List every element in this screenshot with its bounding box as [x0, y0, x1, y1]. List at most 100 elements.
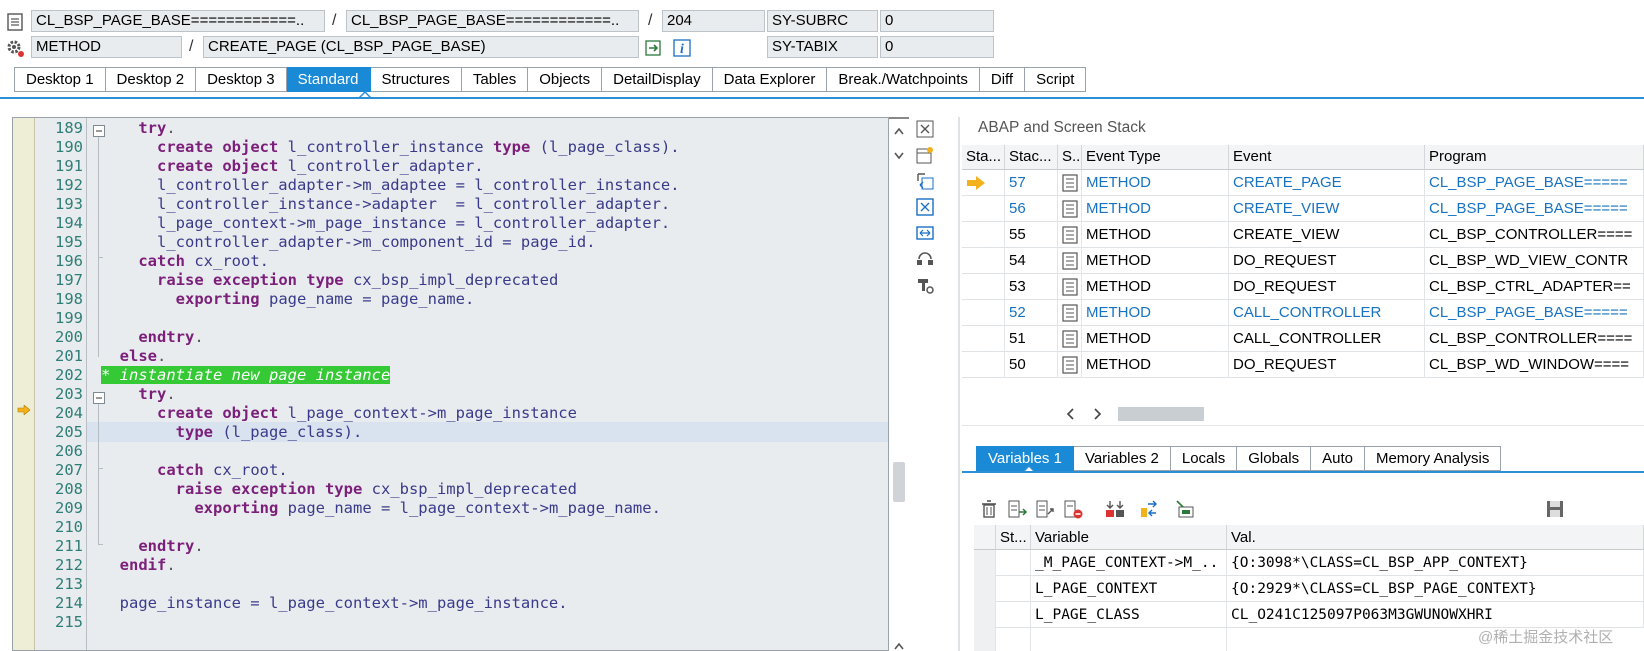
variable-name-cell[interactable]: L_PAGE_CONTEXT — [1031, 576, 1227, 602]
code-line[interactable]: l_controller_adapter->m_component_id = p… — [87, 232, 888, 252]
variables-column-header[interactable]: Variable — [1031, 525, 1227, 550]
code-line[interactable]: l_page_context->m_page_instance = l_cont… — [87, 213, 888, 233]
code-line[interactable]: try. — [87, 384, 888, 404]
display-object-icon[interactable] — [1174, 498, 1196, 520]
source-editor[interactable]: try. create object l_controller_instance… — [12, 117, 889, 651]
var-tab-memory-analysis[interactable]: Memory Analysis — [1364, 446, 1502, 471]
tab-desktop-1[interactable]: Desktop 1 — [14, 67, 106, 92]
stack-column-header[interactable]: Sta... — [962, 145, 1005, 170]
method-field[interactable]: CREATE_PAGE (CL_BSP_PAGE_BASE) — [203, 36, 639, 58]
stack-column-header[interactable]: Stac... — [1005, 145, 1058, 170]
code-line[interactable]: * instantiate new page instance — [87, 365, 888, 385]
scroll-left-icon[interactable] — [1066, 408, 1076, 420]
code-line[interactable]: endif. — [87, 555, 888, 575]
tools-icon[interactable] — [915, 275, 935, 295]
split-variables-icon[interactable] — [1104, 498, 1126, 520]
tab-standard[interactable]: Standard — [286, 67, 371, 92]
close-view-icon[interactable] — [915, 119, 935, 139]
tab-break-watchpoints[interactable]: Break./Watchpoints — [827, 67, 980, 92]
code-line[interactable]: type (l_page_class). — [87, 422, 888, 442]
breakpoint-gutter[interactable] — [13, 118, 35, 650]
var-tab-globals[interactable]: Globals — [1237, 446, 1312, 471]
tab-tables[interactable]: Tables — [461, 67, 529, 92]
row-selector[interactable] — [974, 550, 996, 576]
delete-icon[interactable] — [978, 498, 1000, 520]
stack-column-header[interactable]: Event Type — [1082, 145, 1229, 170]
stack-row[interactable]: 52 METHOD CALL_CONTROLLER CL_BSP_PAGE_BASE=… — [962, 300, 1644, 326]
import-variables-icon[interactable] — [1006, 498, 1028, 520]
tab-diff[interactable]: Diff — [979, 67, 1026, 92]
scroll-right-icon[interactable] — [1092, 408, 1102, 420]
stack-row[interactable]: 54 METHOD DO_REQUEST CL_BSP_WD_VIEW_CONTR — [962, 248, 1644, 274]
stack-hscroll-thumb[interactable] — [1118, 407, 1204, 421]
variable-value-cell[interactable]: CL_O241C125097P063M3GWUNOWXHRI — [1227, 602, 1644, 628]
event-type-field[interactable]: METHOD — [31, 36, 182, 58]
swap-view-icon[interactable] — [915, 171, 935, 191]
tab-data-explorer[interactable]: Data Explorer — [712, 67, 828, 92]
code-line[interactable] — [87, 612, 888, 632]
info-icon[interactable]: i — [672, 38, 692, 58]
variables-column-header[interactable]: St... — [996, 525, 1031, 550]
stack-row[interactable]: 55 METHOD CREATE_VIEW CL_BSP_CONTROLLER==== — [962, 222, 1644, 248]
fold-collapse-icon[interactable] — [93, 392, 105, 404]
code-line[interactable]: endtry. — [87, 327, 888, 347]
export-variables-icon[interactable] — [1034, 498, 1056, 520]
stack-row[interactable]: 53 METHOD DO_REQUEST CL_BSP_CTRL_ADAPTER== — [962, 274, 1644, 300]
variable-name-cell[interactable]: L_PAGE_CLASS — [1031, 602, 1227, 628]
code-line[interactable]: try. — [87, 118, 888, 138]
code-line[interactable] — [87, 574, 888, 594]
tab-desktop-3[interactable]: Desktop 3 — [196, 67, 287, 92]
variable-row[interactable]: L_PAGE_CONTEXT {O:2929*\CLASS=CL_BSP_PAGE… — [974, 576, 1644, 602]
stack-column-header[interactable]: Program — [1425, 145, 1644, 170]
program-field-1[interactable]: CL_BSP_PAGE_BASE============.. — [31, 10, 325, 32]
stack-column-header[interactable]: S.. — [1058, 145, 1082, 170]
tab-objects[interactable]: Objects — [528, 67, 603, 92]
code-line[interactable] — [87, 441, 888, 461]
pane-splitter[interactable] — [958, 117, 960, 651]
variable-value-cell[interactable]: {O:3098*\CLASS=CL_BSP_APP_CONTEXT} — [1227, 550, 1644, 576]
expand-width-icon[interactable] — [915, 223, 935, 243]
stack-column-header[interactable]: Event — [1229, 145, 1425, 170]
row-selector[interactable] — [974, 576, 996, 602]
code-line[interactable]: else. — [87, 346, 888, 366]
fold-collapse-icon[interactable] — [93, 125, 105, 137]
row-selector[interactable] — [974, 602, 996, 628]
code-line[interactable]: catch cx_root. — [87, 251, 888, 271]
code-line[interactable]: catch cx_root. — [87, 460, 888, 480]
code-line[interactable] — [87, 308, 888, 328]
scroll-up-icon[interactable] — [894, 127, 904, 135]
variable-value-cell[interactable]: {O:2929*\CLASS=CL_BSP_PAGE_CONTEXT} — [1227, 576, 1644, 602]
var-tab-variables-2[interactable]: Variables 2 — [1073, 446, 1171, 471]
tab-script[interactable]: Script — [1025, 67, 1087, 92]
code-line[interactable]: create object l_page_context->m_page_ins… — [87, 403, 888, 423]
variables-column-header[interactable]: Val. — [1227, 525, 1644, 550]
scroll-down-icon[interactable] — [894, 152, 904, 160]
code-line[interactable]: exporting page_name = page_name. — [87, 289, 888, 309]
code-line[interactable]: create object l_controller_adapter. — [87, 156, 888, 176]
scroll-up-icon[interactable] — [894, 642, 904, 650]
stack-row[interactable]: 56 METHOD CREATE_VIEW CL_BSP_PAGE_BASE===== — [962, 196, 1644, 222]
save-icon[interactable] — [1544, 498, 1566, 520]
code-line[interactable] — [87, 517, 888, 537]
editor-scrollbar[interactable] — [889, 117, 909, 651]
code-line[interactable]: page_instance = l_page_context->m_page_i… — [87, 593, 888, 613]
code-line[interactable]: l_controller_adapter->m_adaptee = l_cont… — [87, 175, 888, 195]
navigate-icon[interactable] — [644, 38, 664, 58]
remove-variable-icon[interactable] — [1062, 498, 1084, 520]
code-line[interactable]: exporting page_name = l_page_context->m_… — [87, 498, 888, 518]
code-line[interactable]: create object l_controller_instance type… — [87, 137, 888, 157]
tab-detaildisplay[interactable]: DetailDisplay — [602, 67, 713, 92]
refresh-icon[interactable] — [915, 249, 935, 269]
stack-hscroll[interactable] — [962, 402, 1644, 426]
stack-row[interactable]: 50 METHOD DO_REQUEST CL_BSP_WD_WINDOW==== — [962, 352, 1644, 378]
stack-row[interactable]: 51 METHOD CALL_CONTROLLER CL_BSP_CONTROLLER… — [962, 326, 1644, 352]
scroll-thumb[interactable] — [893, 462, 905, 502]
code-line[interactable]: endtry. — [87, 536, 888, 556]
code-area[interactable]: try. create object l_controller_instance… — [87, 118, 888, 650]
tab-structures[interactable]: Structures — [370, 67, 462, 92]
code-line[interactable]: raise exception type cx_bsp_impl_depreca… — [87, 479, 888, 499]
variable-row[interactable]: L_PAGE_CLASS CL_O241C125097P063M3GWUNOWXH… — [974, 602, 1644, 628]
stack-row[interactable]: 57 METHOD CREATE_PAGE CL_BSP_PAGE_BASE===== — [962, 170, 1644, 196]
line-number-field[interactable]: 204 — [662, 10, 765, 32]
var-tab-locals[interactable]: Locals — [1170, 446, 1238, 471]
